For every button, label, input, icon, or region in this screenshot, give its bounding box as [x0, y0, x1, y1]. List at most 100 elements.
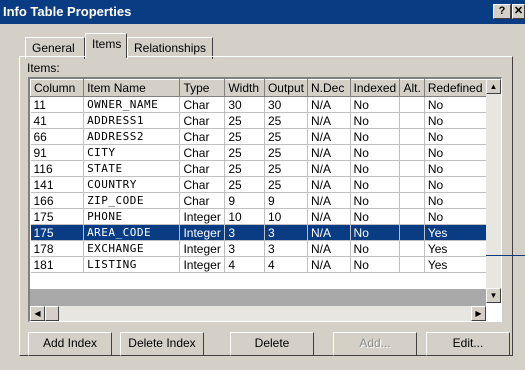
cell-indexed: No	[350, 224, 401, 241]
vertical-scrollbar[interactable]: ▲ ▼	[486, 79, 501, 303]
horizontal-scroll-thumb[interactable]	[45, 306, 59, 321]
table-row[interactable]: 166 ZIP_CODE Char 9 9 N/A No No	[30, 192, 501, 209]
cell-width: 25	[224, 160, 265, 177]
cell-indexed: No	[350, 192, 401, 209]
cell-item-name: PHONE	[83, 208, 181, 225]
cell-item-name: ADDRESS2	[83, 128, 181, 145]
cell-column: 175	[30, 208, 85, 225]
cell-column: 181	[30, 256, 85, 273]
table-row[interactable]: 175 AREA_CODE Integer 3 3 N/A No Yes	[30, 224, 501, 241]
cell-width: 3	[224, 224, 265, 241]
cell-alt	[399, 144, 425, 161]
cell-type: Integer	[179, 208, 226, 225]
cell-column: 178	[30, 240, 85, 257]
cell-alt	[399, 208, 425, 225]
cell-indexed: No	[350, 240, 401, 257]
cell-indexed: No	[350, 160, 401, 177]
cell-ndec: N/A	[307, 224, 351, 241]
cell-type: Char	[179, 176, 226, 193]
cell-type: Char	[179, 192, 226, 209]
column-header-ndec[interactable]: N.Dec	[306, 79, 351, 97]
delete-index-button[interactable]: Delete Index	[120, 332, 204, 356]
cell-column: 166	[30, 192, 85, 209]
cell-alt	[399, 128, 425, 145]
column-header-type[interactable]: Type	[179, 79, 226, 97]
cell-width: 30	[224, 96, 265, 113]
tab-items-label: Items	[92, 37, 122, 51]
tab-relationships-label: Relationships	[134, 41, 207, 55]
cell-output: 25	[264, 160, 308, 177]
column-header-width[interactable]: Width	[224, 79, 265, 97]
header-row: Column Item Name Type Width Output N.Dec…	[30, 79, 501, 97]
add-index-button[interactable]: Add Index	[28, 332, 112, 356]
cell-ndec: N/A	[307, 208, 351, 225]
help-button[interactable]: ?	[493, 4, 511, 19]
cell-ndec: N/A	[307, 256, 351, 273]
cell-item-name: AREA_CODE	[83, 224, 181, 241]
scroll-down-icon[interactable]: ▼	[486, 288, 501, 303]
table-row[interactable]: 116 STATE Char 25 25 N/A No No	[30, 160, 501, 177]
cell-column: 91	[30, 144, 85, 161]
cell-indexed: No	[350, 112, 401, 129]
cell-width: 25	[224, 176, 265, 193]
cell-column: 11	[30, 96, 85, 113]
column-header-output[interactable]: Output	[263, 79, 308, 97]
cell-type: Integer	[179, 240, 226, 257]
cell-type: Integer	[179, 224, 226, 241]
window-title: Info Table Properties	[3, 4, 132, 19]
items-grid[interactable]: Column Item Name Type Width Output N.Dec…	[28, 77, 502, 322]
close-button[interactable]: ✕	[512, 4, 525, 19]
column-header-indexed[interactable]: Indexed	[349, 79, 401, 97]
table-row[interactable]: 178 EXCHANGE Integer 3 3 N/A No Yes	[30, 240, 501, 257]
cell-output: 30	[264, 96, 308, 113]
cell-output: 25	[264, 128, 308, 145]
cell-type: Integer	[179, 256, 226, 273]
cell-column: 175	[30, 224, 85, 241]
edit-button[interactable]: Edit...	[426, 332, 510, 356]
grid-empty-area	[30, 289, 486, 306]
cell-alt	[399, 192, 425, 209]
cell-output: 9	[264, 192, 308, 209]
info-table-properties-dialog: Info Table Properties ? ✕ General Items …	[0, 0, 525, 370]
table-row[interactable]: 66 ADDRESS2 Char 25 25 N/A No No	[30, 128, 501, 145]
delete-button[interactable]: Delete	[230, 332, 314, 356]
cell-ndec: N/A	[307, 160, 351, 177]
cell-indexed: No	[350, 144, 401, 161]
cell-alt	[399, 96, 425, 113]
cell-width: 25	[224, 112, 265, 129]
cell-indexed: No	[350, 208, 401, 225]
table-row[interactable]: 91 CITY Char 25 25 N/A No No	[30, 144, 501, 161]
cell-alt	[399, 256, 425, 273]
cell-type: Char	[179, 128, 226, 145]
cell-column: 141	[30, 176, 85, 193]
tab-general-label: General	[32, 41, 75, 55]
cell-ndec: N/A	[307, 144, 351, 161]
column-header-item-name[interactable]: Item Name	[83, 79, 181, 97]
scroll-right-icon[interactable]: ▶	[471, 306, 486, 321]
scroll-left-icon[interactable]: ◀	[30, 306, 45, 321]
add-button[interactable]: Add...	[333, 332, 417, 356]
table-row[interactable]: 181 LISTING Integer 4 4 N/A No Yes	[30, 256, 501, 273]
table-row[interactable]: 11 OWNER_NAME Char 30 30 N/A No No	[30, 96, 501, 113]
cell-ndec: N/A	[307, 96, 351, 113]
table-row[interactable]: 175 PHONE Integer 10 10 N/A No No	[30, 208, 501, 225]
cell-width: 10	[224, 208, 265, 225]
column-header-column[interactable]: Column	[30, 79, 85, 97]
column-header-alt[interactable]: Alt.	[399, 79, 425, 97]
table-row[interactable]: 141 COUNTRY Char 25 25 N/A No No	[30, 176, 501, 193]
tab-items[interactable]: Items	[85, 33, 127, 58]
cell-ndec: N/A	[307, 112, 351, 129]
cell-ndec: N/A	[307, 240, 351, 257]
cell-indexed: No	[350, 176, 401, 193]
cell-ndec: N/A	[307, 176, 351, 193]
cell-type: Char	[179, 112, 226, 129]
cell-alt	[399, 112, 425, 129]
scroll-up-icon[interactable]: ▲	[486, 79, 501, 94]
table-row[interactable]: 41 ADDRESS1 Char 25 25 N/A No No	[30, 112, 501, 129]
title-bar[interactable]: Info Table Properties ? ✕	[0, 0, 525, 24]
horizontal-scrollbar[interactable]: ◀ ▶	[30, 306, 486, 321]
cell-item-name: LISTING	[83, 256, 181, 273]
cell-type: Char	[179, 160, 226, 177]
cell-width: 25	[224, 128, 265, 145]
cell-indexed: No	[350, 128, 401, 145]
